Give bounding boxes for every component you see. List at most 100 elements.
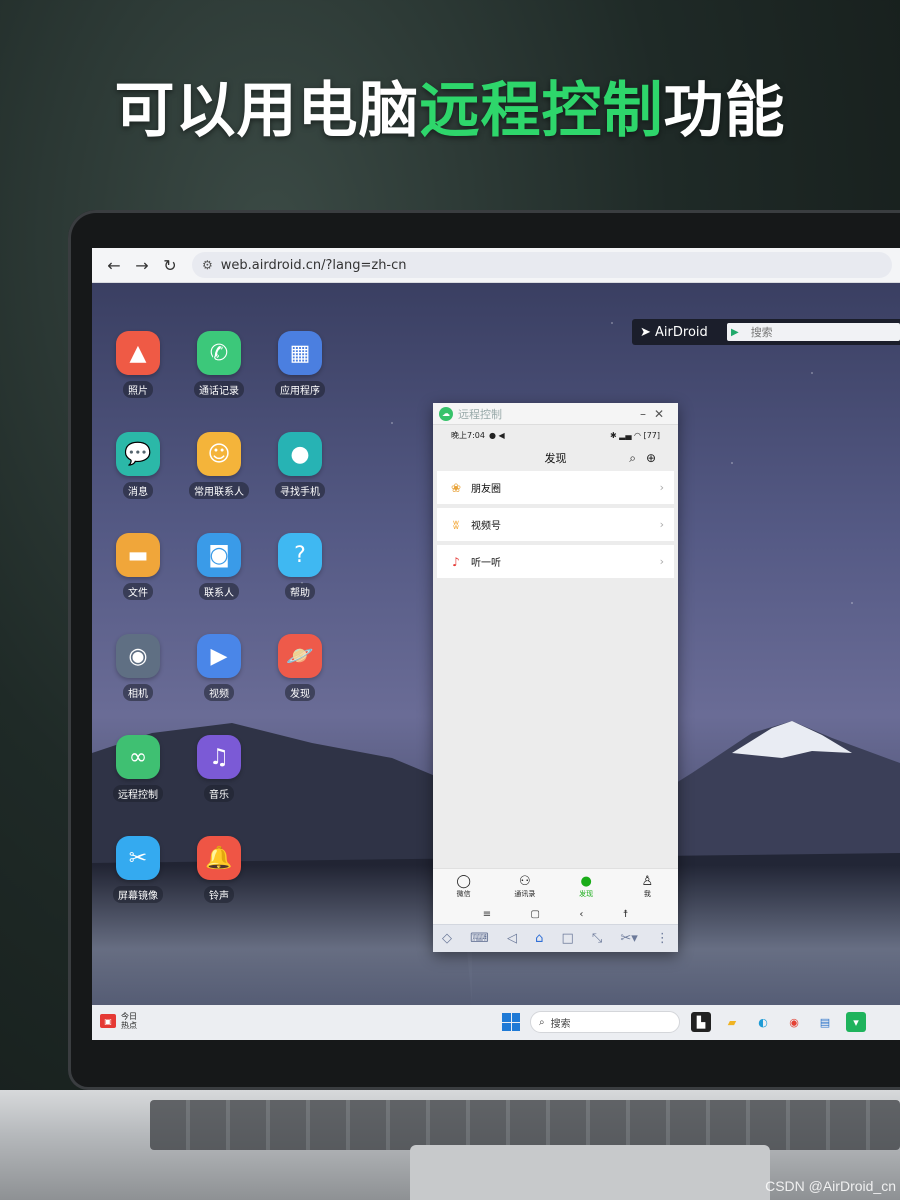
desktop-app-video[interactable]: ▶ 视频: [179, 634, 259, 701]
taskbar-search-label: 搜索: [550, 1018, 571, 1030]
chrome-browser-icon[interactable]: ◉: [784, 1012, 804, 1032]
desktop-app-frequent-contacts[interactable]: ☺ 常用联系人: [179, 432, 259, 499]
apps-grid-icon: ▦: [278, 331, 322, 375]
home-circle-icon[interactable]: ▢: [531, 909, 540, 920]
desktop-app-find-phone[interactable]: ● 寻找手机: [260, 432, 340, 499]
search-icon[interactable]: ⌕: [629, 451, 646, 465]
frequent-contacts-icon: ☺: [197, 432, 241, 476]
minimize-icon[interactable]: –: [640, 407, 654, 421]
tab-chats[interactable]: ◯ 微信: [439, 873, 489, 899]
wechat-item-channels[interactable]: ʬ 视频号 ›: [437, 508, 674, 541]
bell-icon: 🔔: [197, 836, 241, 880]
file-explorer-icon[interactable]: ▰: [722, 1012, 742, 1032]
taskbar-search[interactable]: ⌕ 搜索: [530, 1011, 680, 1033]
edge-browser-icon[interactable]: ◐: [753, 1012, 773, 1032]
remote-window-title: 远程控制: [458, 407, 502, 421]
task-view-icon[interactable]: ▙: [691, 1012, 711, 1032]
wechat-item-moments[interactable]: ❀ 朋友圈 ›: [437, 471, 674, 504]
scissors-icon: ✂: [116, 836, 160, 880]
trackpad: [410, 1145, 770, 1200]
site-settings-icon[interactable]: ⚙: [202, 258, 213, 272]
news-icon: ▣: [100, 1014, 116, 1028]
airdroid-small-logo: ☁: [439, 406, 453, 421]
desktop-app-photos[interactable]: ▲ 照片: [98, 331, 178, 398]
desktop-app-music[interactable]: ♫ 音乐: [179, 735, 259, 802]
reload-icon[interactable]: ↻: [156, 256, 184, 275]
desktop-app-apps[interactable]: ▦ 应用程序: [260, 331, 340, 398]
chevron-right-icon: ›: [659, 555, 664, 568]
search-icon: ⌕: [539, 1016, 545, 1028]
widget-line-2: 热点: [121, 1021, 137, 1030]
android-nav-bar: ≡ ▢ ‹ ☨: [433, 904, 678, 924]
desktop-app-remote-control[interactable]: ∞ 远程控制: [98, 735, 178, 802]
empty-area: [433, 582, 678, 868]
back-icon[interactable]: ‹: [579, 909, 583, 920]
nav-back-icon[interactable]: ◁: [507, 931, 517, 946]
message-icon: 💬: [116, 432, 160, 476]
airdroid-logo: ➤ AirDroid: [640, 324, 708, 340]
tab-contacts[interactable]: ⚇ 通讯录: [500, 873, 550, 899]
keyboard-icon[interactable]: ⌨: [470, 931, 489, 946]
status-right-icons: ✱ ▂▄ ◠ [77]: [609, 430, 660, 440]
desktop-app-messages[interactable]: 💬 消息: [98, 432, 178, 499]
photo-icon: ▲: [116, 331, 160, 375]
menu-icon[interactable]: ≡: [483, 909, 491, 920]
screenshot-scissors-icon[interactable]: ✂▾: [620, 931, 637, 946]
tab-me[interactable]: ♙ 我: [622, 874, 672, 899]
fullscreen-icon[interactable]: ⤡: [592, 931, 602, 946]
store-icon[interactable]: ▤: [815, 1012, 835, 1032]
windows-start-icon[interactable]: [502, 1013, 520, 1031]
moments-icon: ❀: [450, 480, 462, 495]
remote-control-toolbar: ◇ ⌨ ◁ ⌂ □ ⤡ ✂▾ ⋮: [433, 924, 678, 952]
contacts-book-icon: ⚇: [519, 873, 531, 889]
listen-icon: ♪: [452, 554, 460, 569]
play-store-icon: ▶: [730, 326, 739, 338]
wechat-tab-bar: ◯ 微信 ⚇ 通讯录 ● 发现 ♙ 我: [433, 868, 678, 904]
channels-icon: ʬ: [452, 517, 460, 532]
more-icon[interactable]: ⋮: [656, 931, 669, 946]
discover-title: 发现: [544, 452, 567, 465]
taskbar-center: ⌕ 搜索 ▙ ▰ ◐ ◉ ▤ ▾: [502, 1011, 866, 1033]
tab-discover[interactable]: ● 发现: [561, 873, 611, 899]
add-circle-icon[interactable]: ⊕: [646, 451, 666, 465]
rotate-icon[interactable]: ◇: [442, 931, 452, 946]
phone-icon: ✆: [197, 331, 241, 375]
desktop-app-screen-mirror[interactable]: ✂ 屏幕镜像: [98, 836, 178, 903]
desktop-app-discover[interactable]: 🪐 发现: [260, 634, 340, 701]
desktop-app-camera[interactable]: ◉ 相机: [98, 634, 178, 701]
address-bar[interactable]: ⚙ web.airdroid.cn/?lang=zh-cn: [192, 252, 892, 278]
desktop-app-ringtones[interactable]: 🔔 铃声: [179, 836, 259, 903]
compass-icon: ●: [580, 873, 592, 889]
recents-icon[interactable]: □: [561, 931, 573, 946]
airdroid-web-desktop: ➤ AirDroid ▶ 搜索 ▲ 照片 ✆ 通话记录 ▦ 应用程序 💬 消息 …: [92, 283, 900, 1005]
wechat-item-listen[interactable]: ♪ 听一听 ›: [437, 545, 674, 578]
forward-arrow-icon[interactable]: →: [128, 256, 156, 275]
green-app-icon[interactable]: ▾: [846, 1012, 866, 1032]
chevron-right-icon: ›: [659, 518, 664, 531]
app-store-search[interactable]: ▶ 搜索: [726, 323, 900, 341]
folder-icon: ▬: [116, 533, 160, 577]
binoculars-icon: ∞: [116, 735, 160, 779]
accessibility-icon[interactable]: ☨: [623, 909, 628, 920]
headline-part-3: 功能: [663, 76, 786, 146]
url-text: web.airdroid.cn/?lang=zh-cn: [220, 257, 407, 273]
chevron-right-icon: ›: [659, 481, 664, 494]
home-icon[interactable]: ⌂: [535, 931, 543, 946]
widget-line-1: 今日: [121, 1012, 137, 1021]
desktop-app-files[interactable]: ▬ 文件: [98, 533, 178, 600]
desktop-app-help[interactable]: ? 帮助: [260, 533, 340, 600]
windows-taskbar: ▣ 今日 热点 ⌕ 搜索 ▙ ▰ ◐ ◉ ▤ ▾: [92, 1005, 900, 1040]
back-arrow-icon[interactable]: ←: [100, 256, 128, 275]
desktop-app-contacts[interactable]: ◙ 联系人: [179, 533, 259, 600]
headline-highlight: 远程控制: [419, 76, 664, 146]
headline: 可以用电脑远程控制功能: [0, 62, 900, 149]
contacts-icon: ◙: [197, 533, 241, 577]
close-icon[interactable]: ✕: [654, 407, 672, 421]
remote-window-titlebar[interactable]: ☁ 远程控制 –✕: [433, 403, 678, 425]
desktop-app-call-log[interactable]: ✆ 通话记录: [179, 331, 259, 398]
help-icon: ?: [278, 533, 322, 577]
window-controls: –✕: [640, 407, 672, 421]
keyboard: [150, 1100, 900, 1150]
news-widget[interactable]: ▣ 今日 热点: [100, 1012, 137, 1030]
chat-bubble-icon: ◯: [456, 873, 471, 889]
